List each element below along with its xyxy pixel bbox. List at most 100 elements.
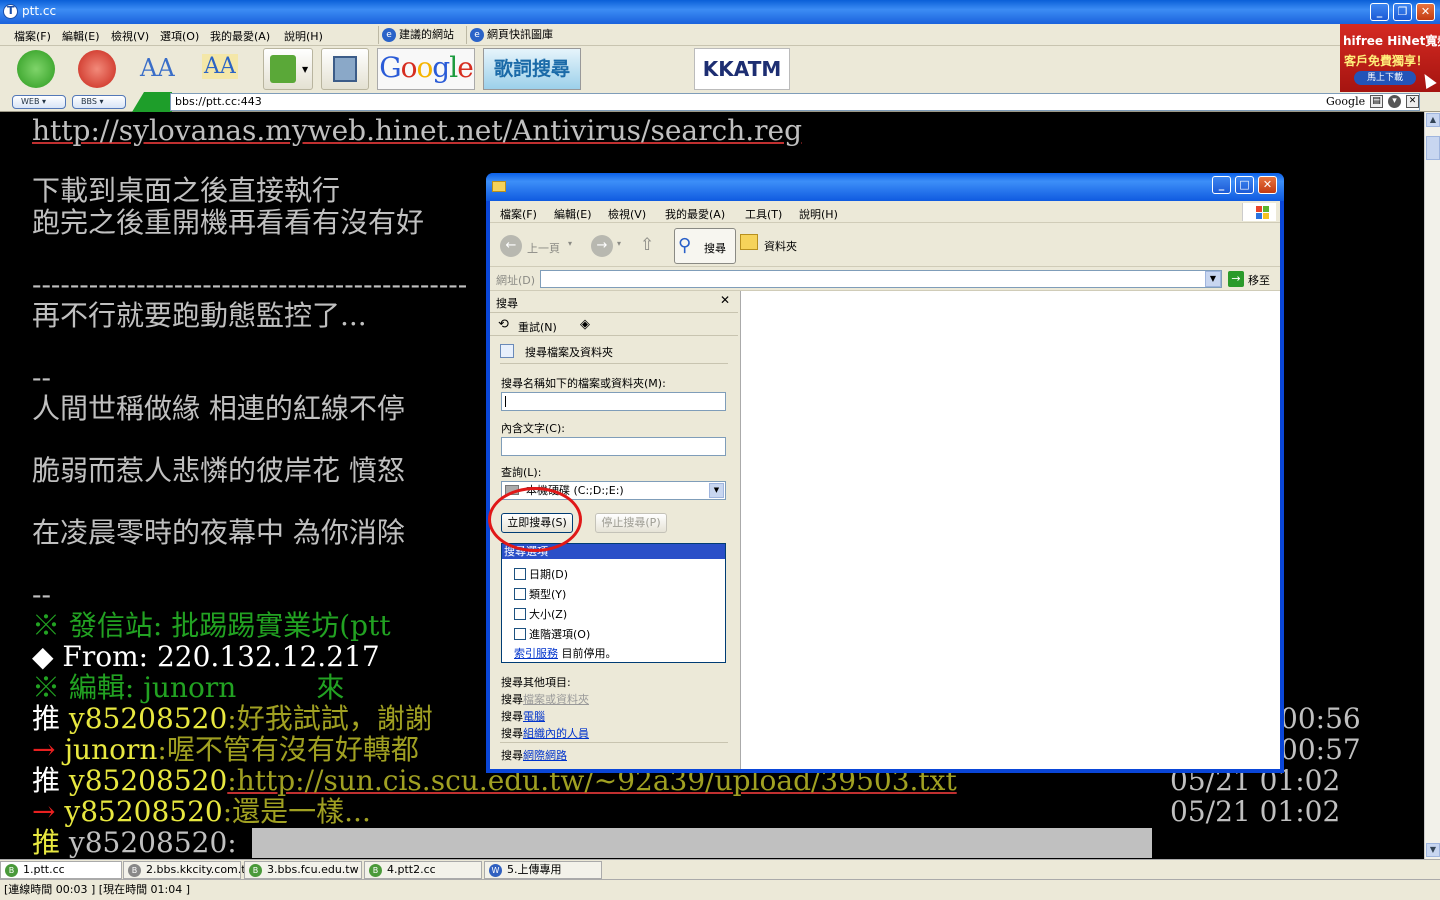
folders-toolbar-label[interactable]: 資料夾 [764,238,797,254]
filename-input[interactable] [501,392,726,411]
eraser-icon[interactable]: ◈ [580,317,590,332]
index-service-link[interactable]: 索引服務 [514,647,558,660]
toolbar: AA AA ▼ Google 歌詞搜尋 KKATM [0,46,1340,92]
explorer-maximize-button[interactable]: □ [1235,176,1254,194]
web-mode-dropdown[interactable]: WEB ▾ [12,95,66,109]
terminal-line: 跑完之後重開機再看看有沒有好 [32,206,425,239]
session-tab[interactable]: B 4.ptt2.cc [364,861,482,879]
search-computers-link[interactable]: 電腦 [523,710,545,723]
terminal-line: ----------------------------------------… [32,268,468,301]
search-pane-close-icon[interactable]: ✕ [720,293,730,307]
search-people-link[interactable]: 組織內的人員 [523,727,589,740]
scroll-thumb[interactable] [1426,136,1440,160]
option-size-checkbox[interactable]: 大小(Z) [514,606,567,622]
address-input[interactable]: bbs://ptt.cc:443 [170,93,1420,111]
explorer-menu-file[interactable]: 檔案(F) [500,206,537,222]
terminal-scrollbar[interactable]: ▲ ▼ [1424,112,1440,859]
restore-button[interactable]: ❐ [1393,3,1412,21]
lyrics-search-button[interactable]: 歌詞搜尋 [483,48,581,90]
forward-dropdown-icon[interactable]: ▾ [617,239,621,248]
forward-arrow-icon[interactable]: → [591,235,613,257]
disconnect-icon[interactable] [78,50,116,88]
connect-icon[interactable] [17,50,55,88]
bbs-icon: B [5,864,18,877]
bbs-icon: B [249,864,262,877]
look-in-dropdown-icon[interactable]: ▼ [709,483,724,498]
go-arrow-icon[interactable]: → [1228,271,1244,287]
option-date-checkbox[interactable]: 日期(D) [514,566,568,582]
menu-help[interactable]: 說明(H) [284,28,323,44]
option-label: 日期(D) [529,568,569,581]
close-button[interactable]: ✕ [1416,3,1435,21]
ad-download-button[interactable]: 馬上下載 [1354,71,1416,85]
menu-file[interactable]: 檔案(F) [14,28,51,44]
back-dropdown-icon[interactable]: ▾ [568,239,572,248]
session-tab[interactable]: B 3.bbs.fcu.edu.tw [244,861,362,879]
stop-search-button[interactable]: 停止搜尋(P) [595,513,667,533]
search-files-link[interactable]: 檔案或資料夾 [523,693,589,706]
explorer-address-input[interactable] [540,270,1222,288]
font-style-icon[interactable]: AA [202,54,238,79]
kkatm-button[interactable]: KKATM [694,48,790,90]
page-icon[interactable]: ▤ [1370,95,1383,108]
push-input-field[interactable] [252,828,1152,858]
search-pane-title: 搜尋 [496,297,518,310]
explorer-address-dropdown[interactable]: ▼ [1205,271,1221,287]
explorer-close-button[interactable]: ✕ [1258,176,1277,194]
cube-button[interactable] [321,48,369,90]
search-other-item: 搜尋檔案或資料夾 [501,691,589,707]
explorer-title-bar: _ □ ✕ [486,173,1284,201]
explorer-menu-tools[interactable]: 工具(T) [745,206,782,222]
session-tab[interactable]: B 2.bbs.kkcity.com.tw [123,861,255,879]
explorer-menu-edit[interactable]: 編輯(E) [554,206,592,222]
antivirus-url[interactable]: http://sylovanas.myweb.hinet.net/Antivir… [32,114,802,147]
search-toolbar-button[interactable]: ⚲ 搜尋 [674,228,736,264]
explorer-menu-help[interactable]: 說明(H) [799,206,838,222]
explorer-menu-view[interactable]: 檢視(V) [608,206,646,222]
scroll-up-arrow[interactable]: ▲ [1426,113,1440,127]
font-size-icon[interactable]: AA [140,54,175,82]
back-button-label[interactable]: 上一頁 [527,240,560,256]
menu-view[interactable]: 檢視(V) [111,28,149,44]
index-service-state: 目前停用。 [561,647,617,660]
minimize-button[interactable]: _ [1370,3,1389,21]
google-button[interactable]: Google [377,48,475,90]
up-folder-icon[interactable]: ⇧ [640,235,654,255]
push-time: 00:56 [1280,702,1361,735]
explorer-address-label: 網址(D) [496,274,536,287]
folders-icon[interactable] [740,234,758,250]
scroll-down-arrow[interactable]: ▼ [1426,843,1440,857]
session-tab[interactable]: B 1.ptt.cc [0,861,122,879]
push-tag: 推 [32,702,61,735]
search-other-item: 搜尋組織內的人員 [501,725,589,741]
explorer-minimize-button[interactable]: _ [1212,176,1231,194]
dropdown-icon[interactable]: ▾ [1388,95,1401,108]
go-button-label[interactable]: 移至 [1248,272,1270,288]
addons-button[interactable]: ▼ [263,48,313,90]
menu-favorites[interactable]: 我的最愛(A) [210,28,270,44]
option-label: 進階選項(O) [529,628,591,641]
fav-web-slice-gallery[interactable]: e 網頁快訊圖庫 [466,26,557,44]
session-tab[interactable]: W 5.上傳專用 [484,861,602,879]
content-text-input[interactable] [501,437,726,456]
back-arrow-icon[interactable]: ← [500,235,522,257]
option-type-checkbox[interactable]: 類型(Y) [514,586,566,602]
menu-edit[interactable]: 編輯(E) [62,28,100,44]
terminal-line-url: http://sylovanas.myweb.hinet.net/Antivir… [32,116,802,146]
session-tab-label: 1.ptt.cc [23,863,65,876]
fav-suggested-sites[interactable]: e 建議的網站 [378,26,458,44]
bbs-mode-dropdown[interactable]: BBS ▾ [72,95,126,109]
push-tag: → [32,733,56,766]
menu-options[interactable]: 選項(O) [160,28,199,44]
terminal-edit-line: ※ 編輯: junorn 來 [32,671,345,704]
results-pane[interactable] [740,291,1280,769]
close-search-icon[interactable]: ✕ [1406,95,1419,108]
session-tab-label: 5.上傳專用 [507,863,562,876]
option-advanced-checkbox[interactable]: 進階選項(O) [514,626,590,642]
retry-button-label[interactable]: 重試(N) [518,319,557,335]
retry-search-icon[interactable]: ⟲ [498,317,509,332]
explorer-menu-favorites[interactable]: 我的最愛(A) [665,206,725,222]
push-line: → junorn:喔不管有沒有好轉都 [32,735,419,765]
search-internet-link[interactable]: 網際網路 [523,749,567,762]
app-icon [3,4,18,19]
